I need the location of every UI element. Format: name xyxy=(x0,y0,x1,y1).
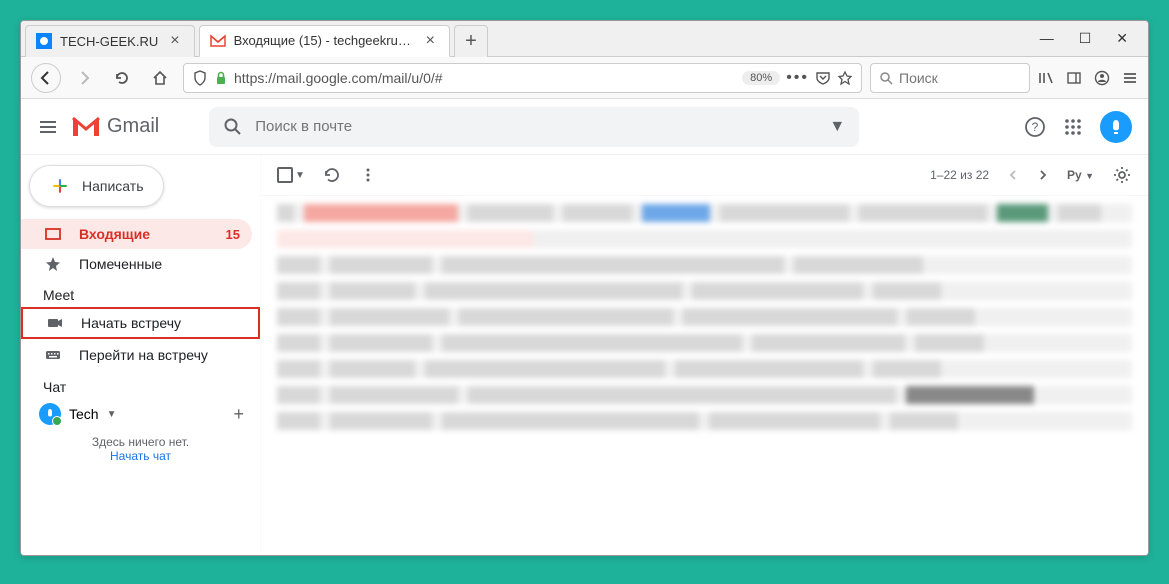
forward-button[interactable] xyxy=(69,63,99,93)
tab-techgeek[interactable]: TECH-GEEK.RU × xyxy=(25,25,195,57)
new-tab-button[interactable]: + xyxy=(454,25,488,57)
browser-search-input[interactable] xyxy=(899,70,1021,86)
toolbar-right: 1–22 из 22 Ру ▼ xyxy=(930,165,1132,185)
inbox-icon xyxy=(43,225,63,243)
chevron-down-icon[interactable]: ▼ xyxy=(295,170,305,181)
more-options-button[interactable] xyxy=(359,166,377,184)
gmail-search-input[interactable] xyxy=(255,118,829,135)
sidebar: Написать Входящие 15 Помеченные Meet Нач… xyxy=(21,155,261,555)
library-icon[interactable] xyxy=(1038,70,1054,86)
tab-title: TECH-GEEK.RU xyxy=(60,34,158,49)
bookmark-icon[interactable] xyxy=(837,70,853,86)
input-language-button[interactable]: Ру ▼ xyxy=(1067,168,1094,182)
star-icon xyxy=(43,255,63,273)
mail-toolbar: ▼ 1–22 из 22 Ру ▼ xyxy=(261,155,1148,196)
refresh-button[interactable] xyxy=(323,166,341,184)
minimize-button[interactable]: — xyxy=(1040,30,1054,47)
tab-close-icon[interactable]: × xyxy=(166,32,183,50)
settings-gear-icon[interactable] xyxy=(1112,165,1132,185)
maximize-button[interactable]: ☐ xyxy=(1079,30,1092,47)
chat-user-row[interactable]: Tech ▼ + xyxy=(21,399,260,429)
gmail-body: Написать Входящие 15 Помеченные Meet Нач… xyxy=(21,155,1148,555)
pocket-icon[interactable] xyxy=(815,70,831,86)
tab-bar: TECH-GEEK.RU × Входящие (15) - techgeekr… xyxy=(21,21,1148,57)
keyboard-icon xyxy=(43,346,63,364)
search-options-icon[interactable]: ▼ xyxy=(829,118,845,136)
toolbar-icons xyxy=(1038,70,1138,86)
next-page-button[interactable] xyxy=(1037,169,1049,181)
help-icon[interactable]: ? xyxy=(1024,116,1046,138)
meet-section-header: Meet xyxy=(21,279,260,307)
url-bar[interactable]: https://mail.google.com/mail/u/0/# 80% •… xyxy=(183,63,862,93)
inbox-label: Входящие xyxy=(79,226,150,242)
gmail-brand-text: Gmail xyxy=(107,115,159,138)
reload-button[interactable] xyxy=(107,63,137,93)
favicon-gmail xyxy=(210,33,226,49)
tab-close-icon[interactable]: × xyxy=(422,32,439,50)
starred-label: Помеченные xyxy=(79,256,162,272)
chat-username: Tech xyxy=(69,406,99,422)
meet-start-label: Начать встречу xyxy=(81,315,181,331)
shield-icon xyxy=(192,70,208,86)
window-controls: — ☐ ✕ xyxy=(1040,30,1148,47)
checkbox-icon xyxy=(277,167,293,183)
tab-title: Входящие (15) - techgeekru@g xyxy=(234,33,414,48)
account-avatar[interactable] xyxy=(1100,111,1132,143)
svg-text:?: ? xyxy=(1032,120,1039,134)
chat-avatar xyxy=(39,403,61,425)
address-bar: https://mail.google.com/mail/u/0/# 80% •… xyxy=(21,57,1148,99)
browser-search[interactable] xyxy=(870,63,1030,93)
mail-area: ▼ 1–22 из 22 Ру ▼ xyxy=(261,155,1148,555)
search-icon xyxy=(879,71,893,85)
more-icon[interactable]: ••• xyxy=(786,69,809,87)
menu-icon[interactable] xyxy=(1122,70,1138,86)
sidebar-item-starred[interactable]: Помеченные xyxy=(21,249,252,279)
plus-icon xyxy=(50,176,70,196)
url-text: https://mail.google.com/mail/u/0/# xyxy=(234,70,736,86)
prev-page-button[interactable] xyxy=(1007,169,1019,181)
inbox-count: 15 xyxy=(226,227,240,242)
tab-gmail[interactable]: Входящие (15) - techgeekru@g × xyxy=(199,25,450,57)
account-icon[interactable] xyxy=(1094,70,1110,86)
video-icon xyxy=(45,314,65,332)
favicon-techgeek xyxy=(36,33,52,49)
chat-add-button[interactable]: + xyxy=(233,404,244,425)
meet-start-meeting[interactable]: Начать встречу xyxy=(21,307,260,339)
sidebar-item-inbox[interactable]: Входящие 15 xyxy=(21,219,252,249)
home-button[interactable] xyxy=(145,63,175,93)
compose-label: Написать xyxy=(82,178,143,194)
header-right: ? xyxy=(1024,111,1132,143)
mail-list[interactable] xyxy=(261,196,1148,555)
chat-empty-text: Здесь ничего нет. xyxy=(21,429,260,449)
compose-button[interactable]: Написать xyxy=(29,165,164,207)
hamburger-icon[interactable] xyxy=(37,116,59,138)
back-button[interactable] xyxy=(31,63,61,93)
apps-grid-icon[interactable] xyxy=(1064,118,1082,136)
meet-join-meeting[interactable]: Перейти на встречу xyxy=(21,339,260,371)
gmail-app: Gmail ▼ ? Написать xyxy=(21,99,1148,555)
browser-window: TECH-GEEK.RU × Входящие (15) - techgeekr… xyxy=(20,20,1149,556)
gmail-logo[interactable]: Gmail xyxy=(71,115,159,138)
gmail-header: Gmail ▼ ? xyxy=(21,99,1148,155)
lock-icon xyxy=(214,71,228,85)
search-icon xyxy=(223,117,243,137)
chat-section-header: Чат xyxy=(21,371,260,399)
select-all-checkbox[interactable]: ▼ xyxy=(277,167,305,183)
chat-start-link[interactable]: Начать чат xyxy=(21,449,260,463)
sidebar-icon[interactable] xyxy=(1066,70,1082,86)
pagination-text: 1–22 из 22 xyxy=(930,168,989,182)
gmail-search[interactable]: ▼ xyxy=(209,107,859,147)
chevron-down-icon[interactable]: ▼ xyxy=(107,409,117,420)
close-button[interactable]: ✕ xyxy=(1116,30,1128,47)
meet-join-label: Перейти на встречу xyxy=(79,347,208,363)
zoom-badge[interactable]: 80% xyxy=(742,71,780,85)
